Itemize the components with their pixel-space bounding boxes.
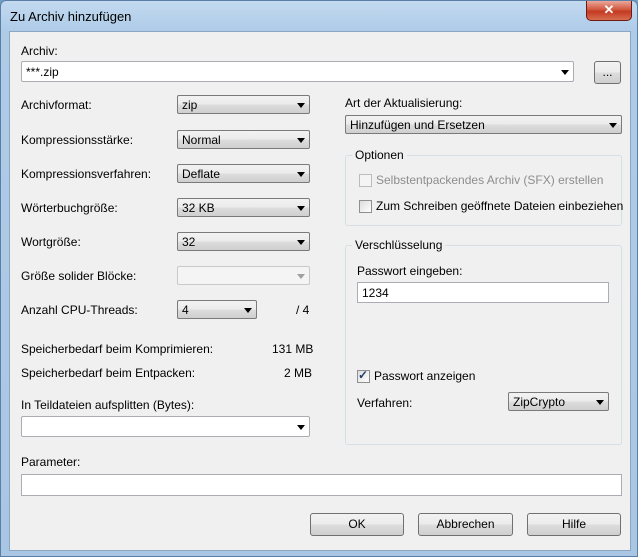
compression-level-label: Kompressionsstärke:	[21, 133, 134, 147]
sfx-checkbox	[359, 174, 372, 187]
password-input[interactable]: 1234	[357, 282, 609, 303]
word-size-select[interactable]: 32	[177, 232, 310, 251]
sfx-label: Selbstentpackendes Archiv (SFX) erstelle…	[376, 173, 604, 187]
password-label: Passwort eingeben:	[357, 264, 463, 278]
encryption-group-title: Verschlüsselung	[352, 238, 446, 252]
update-mode-label: Art der Aktualisierung:	[345, 96, 463, 110]
options-group: Optionen Selbstentpackendes Archiv (SFX)…	[345, 148, 624, 226]
shared-files-label: Zum Schreiben geöffnete Dateien einbezie…	[376, 199, 624, 213]
ok-button[interactable]: OK	[310, 513, 404, 536]
cpu-threads-max: / 4	[296, 303, 310, 317]
split-volumes-label: In Teildateien aufsplitten (Bytes):	[21, 398, 195, 412]
update-mode-value: Hinzufügen und Ersetzen	[350, 118, 485, 132]
format-select[interactable]: zip	[177, 95, 310, 114]
update-mode-select[interactable]: Hinzufügen und Ersetzen	[345, 115, 622, 134]
cancel-button[interactable]: Abbrechen	[418, 513, 513, 536]
compression-method-select[interactable]: Deflate	[177, 164, 310, 183]
chevron-down-icon	[297, 172, 305, 177]
cpu-threads-value: 4	[182, 303, 189, 317]
checkmark-icon: ✓	[358, 368, 369, 382]
options-group-title: Optionen	[352, 148, 407, 162]
encryption-group: Verschlüsselung Passwort eingeben: 1234 …	[345, 238, 622, 445]
parameters-label: Parameter:	[21, 455, 81, 469]
dialog-client-area: Archiv: ***.zip ... Archivformat: zip Ko…	[9, 31, 631, 551]
memory-extract-value: 2 MB	[284, 366, 313, 380]
chevron-down-icon	[297, 138, 305, 143]
compression-level-select[interactable]: Normal	[177, 130, 310, 149]
encryption-method-value: ZipCrypto	[513, 395, 566, 409]
dictionary-size-select[interactable]: 32 KB	[177, 198, 310, 217]
show-password-label: Passwort anzeigen	[374, 369, 476, 383]
chevron-down-icon	[244, 308, 252, 313]
chevron-down-icon	[297, 425, 305, 430]
help-button[interactable]: Hilfe	[527, 513, 621, 536]
archive-path-value: ***.zip	[26, 65, 59, 79]
compression-method-label: Kompressionsverfahren:	[21, 167, 152, 181]
encryption-method-label: Verfahren:	[357, 396, 413, 410]
chevron-down-icon	[297, 274, 305, 279]
cpu-threads-label: Anzahl CPU-Threads:	[21, 303, 138, 317]
dictionary-size-label: Wörterbuchgröße:	[21, 201, 118, 215]
word-size-label: Wortgröße:	[21, 235, 81, 249]
cpu-threads-select[interactable]: 4	[177, 300, 257, 319]
browse-button[interactable]: ...	[594, 61, 621, 84]
memory-compress-label: Speicherbedarf beim Komprimieren:	[21, 342, 214, 356]
shared-files-checkbox[interactable]	[359, 200, 372, 213]
split-volumes-combo[interactable]	[21, 416, 310, 437]
chevron-down-icon	[596, 400, 604, 405]
archive-path-combo[interactable]: ***.zip	[21, 61, 574, 82]
chevron-down-icon	[297, 103, 305, 108]
format-value: zip	[182, 98, 198, 112]
close-icon: ✕	[603, 2, 615, 17]
compression-method-value: Deflate	[182, 167, 221, 181]
dictionary-size-value: 32 KB	[182, 201, 215, 215]
title-background-blur	[181, 9, 401, 23]
password-value: 1234	[362, 286, 389, 300]
chevron-down-icon	[297, 240, 305, 245]
chevron-down-icon	[609, 123, 617, 128]
parameters-input[interactable]	[21, 474, 622, 496]
compression-level-value: Normal	[182, 133, 221, 147]
show-password-checkbox[interactable]: ✓	[357, 368, 370, 383]
dialog-window: Zu Archiv hinzufügen ✕ Archiv: ***.zip .…	[0, 0, 638, 557]
solid-block-size-select	[177, 266, 310, 285]
encryption-method-select[interactable]: ZipCrypto	[508, 392, 609, 411]
memory-compress-value: 131 MB	[272, 342, 314, 356]
word-size-value: 32	[182, 235, 196, 249]
title-bar[interactable]: Zu Archiv hinzufügen ✕	[1, 1, 637, 31]
format-label: Archivformat:	[21, 98, 92, 112]
archive-label: Archiv:	[21, 44, 58, 58]
close-button[interactable]: ✕	[586, 1, 632, 21]
solid-block-size-label: Größe solider Blöcke:	[21, 269, 137, 283]
chevron-down-icon	[561, 70, 569, 75]
window-title: Zu Archiv hinzufügen	[10, 9, 132, 24]
memory-extract-label: Speicherbedarf beim Entpacken:	[21, 366, 196, 380]
chevron-down-icon	[297, 206, 305, 211]
